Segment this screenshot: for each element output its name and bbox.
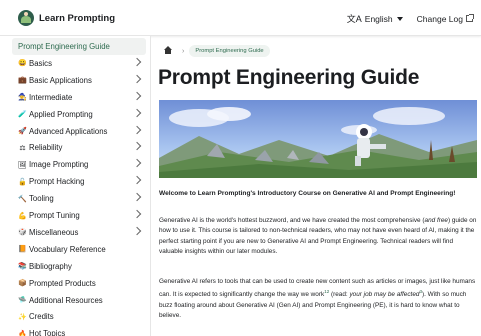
sidebar-item-label: Reliability [29, 143, 63, 153]
chevron-right-icon[interactable] [132, 108, 142, 117]
sidebar-item-icon: 💼 [18, 77, 27, 85]
translate-icon: 文A [346, 14, 362, 24]
hero-illustration [159, 100, 477, 178]
home-icon[interactable] [161, 44, 175, 58]
sidebar-item[interactable]: 🔥 Hot Topics [12, 325, 146, 336]
sidebar-item[interactable]: ✨ Credits [12, 308, 146, 325]
sidebar-item-label: Applied Prompting [29, 109, 93, 119]
sidebar-item-label: Bibliography [29, 261, 72, 271]
sidebar-item[interactable]: 📦 Prompted Products [12, 275, 146, 292]
changelog-label: Change Log [416, 13, 463, 24]
sidebar-item-label: Miscellaneous [29, 227, 79, 237]
page-title: Prompt Engineering Guide [158, 66, 420, 89]
sidebar-item-label: Credits [29, 312, 54, 322]
paragraph-1-emphasis: and free [424, 217, 448, 224]
sidebar-item[interactable]: 💪 Prompt Tuning [12, 207, 146, 224]
main-content: › Prompt Engineering Guide Prompt Engine… [152, 36, 481, 336]
sidebar-item[interactable]: 🧪 Applied Prompting [12, 106, 146, 123]
sidebar-item-icon: 🔨 [18, 195, 27, 203]
paragraph-2-emphasis: your job may be affected [349, 291, 420, 299]
caret-down-icon [396, 16, 403, 21]
sidebar-item[interactable]: Prompt Engineering Guide [12, 38, 146, 55]
sidebar-item[interactable]: 🎲 Miscellaneous [12, 224, 146, 241]
sidebar-item[interactable]: 🚀 Advanced Applications [12, 123, 146, 140]
chevron-right-icon[interactable] [132, 226, 142, 236]
sidebar-item[interactable]: 🔨 Tooling [12, 190, 146, 207]
sidebar-item-label: Prompted Products [29, 278, 96, 288]
paragraph-2: Generative AI refers to tools that can b… [159, 277, 477, 322]
sidebar-item-icon: 🧙 [18, 94, 27, 102]
sidebar-item[interactable]: 📙 Vocabulary Reference [12, 241, 146, 258]
sidebar-item[interactable]: 🖼 Image Prompting [12, 156, 146, 173]
sidebar-item[interactable]: 😀 Basics [12, 55, 146, 72]
external-link-icon [466, 14, 474, 22]
sidebar-item-label: Prompt Tuning [29, 211, 80, 220]
sidebar-item-label: Tooling [29, 194, 54, 204]
breadcrumb: › Prompt Engineering Guide [161, 44, 270, 58]
chevron-right-icon[interactable] [132, 91, 142, 100]
chevron-right-icon[interactable] [132, 74, 142, 84]
sidebar-item-icon: 🔓 [18, 178, 27, 186]
sidebar-item[interactable]: 📚 Bibliography [12, 258, 146, 275]
sidebar-item-label: Prompt Engineering Guide [18, 42, 110, 51]
chevron-right-icon[interactable] [132, 192, 142, 202]
paragraph-2-text-b: (read: [329, 291, 350, 299]
sidebar-item[interactable]: 🔓 Prompt Hacking [12, 173, 146, 190]
sidebar-item[interactable]: ⚖ Reliability [12, 139, 146, 156]
chevron-right-icon[interactable] [132, 209, 142, 219]
brand-link[interactable]: Learn Prompting [18, 10, 115, 26]
sidebar-item-icon: 📚 [18, 263, 27, 271]
sidebar-item-icon: 🔥 [18, 330, 27, 336]
sidebar-item-icon: ✨ [18, 313, 27, 321]
sidebar-item-icon: 💪 [18, 212, 27, 220]
top-navbar: Learn Prompting 文A English Change Log [0, 0, 481, 36]
sidebar-item-icon: 🚀 [18, 128, 27, 135]
language-dropdown[interactable]: 文A English [347, 12, 403, 25]
chevron-right-icon[interactable] [132, 125, 142, 134]
breadcrumb-current[interactable]: Prompt Engineering Guide [189, 45, 270, 57]
hero-image [159, 100, 477, 178]
chevron-right-icon[interactable] [132, 159, 142, 168]
brand-logo-icon [18, 10, 34, 26]
chevron-right-icon[interactable] [132, 142, 142, 151]
chevron-right-icon: › [182, 47, 185, 55]
chevron-right-icon[interactable] [132, 175, 142, 185]
sidebar-item-label: Intermediate [29, 92, 73, 102]
sidebar-item-label: Vocabulary Reference [29, 244, 106, 254]
sidebar-item-icon: 📙 [18, 246, 27, 254]
sidebar-item-icon: 🖼 [18, 161, 27, 169]
sidebar-item-icon: 😀 [18, 60, 27, 68]
sidebar-item-icon: 🎲 [18, 229, 27, 237]
sidebar-item-label: Prompt Hacking [29, 177, 85, 187]
chevron-right-icon[interactable] [132, 57, 142, 67]
sidebar-item[interactable]: 💼 Basic Applications [12, 72, 146, 89]
paragraph-1-text-a: Generative AI is the world's hottest buz… [159, 217, 425, 224]
sidebar-item-label: Advanced Applications [29, 126, 108, 136]
sidebar-item[interactable]: 🧙 Intermediate [12, 89, 146, 106]
intro-heading: Welcome to Learn Prompting's Introductor… [159, 190, 456, 197]
paragraph-1: Generative AI is the world's hottest buz… [159, 216, 477, 258]
sidebar-item-icon: 📦 [18, 280, 27, 288]
sidebar-item-icon: 🧪 [18, 111, 27, 119]
sidebar-item[interactable]: 🛸 Additional Resources [12, 292, 146, 309]
sidebar-item-label: Additional Resources [29, 295, 103, 305]
sidebar: Prompt Engineering Guide 😀 Basics 💼 Basic Ap… [0, 36, 151, 336]
sidebar-item-label: Image Prompting [29, 160, 89, 170]
language-label: English [364, 13, 393, 24]
changelog-link[interactable]: Change Log [416, 13, 474, 24]
sidebar-item-label: Basic Applications [29, 75, 92, 85]
sidebar-item-label: Hot Topics [29, 329, 66, 336]
brand-title: Learn Prompting [39, 12, 116, 24]
sidebar-item-icon: 🛸 [18, 297, 27, 304]
sidebar-item-label: Basics [29, 58, 52, 68]
sidebar-item-icon: ⚖ [19, 144, 26, 152]
